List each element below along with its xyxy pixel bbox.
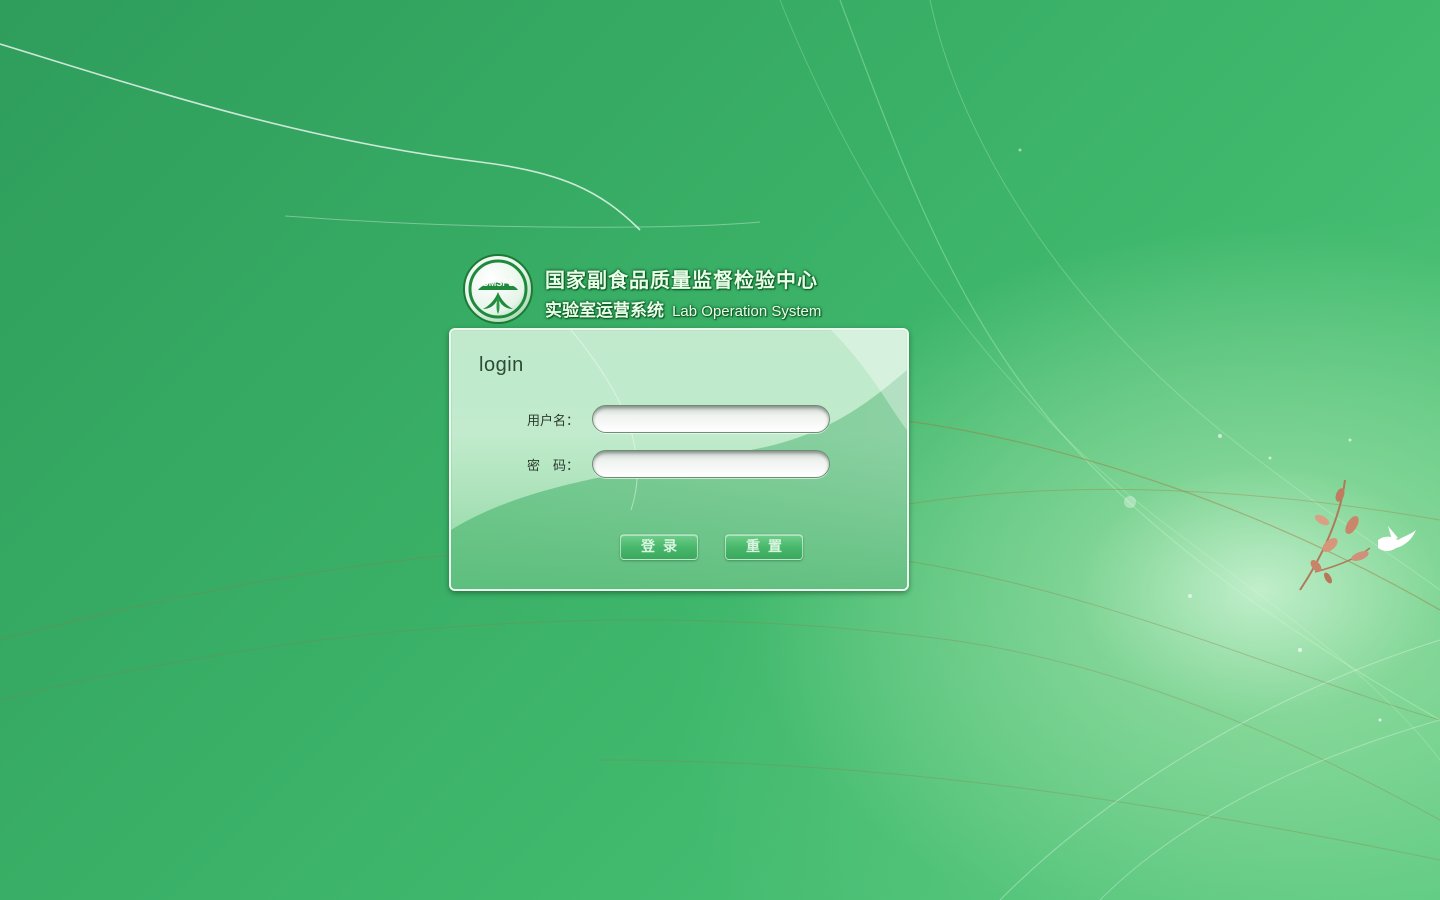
username-input[interactable] <box>592 405 830 433</box>
system-title-en: Lab Operation System <box>672 303 822 320</box>
login-panel: login 用户名： 密 码： 登录 重置 <box>449 328 909 591</box>
system-title: 实验室运营系统 Lab Operation System <box>545 296 821 321</box>
password-input[interactable] <box>592 450 830 478</box>
username-label: 用户名： <box>527 414 580 429</box>
gmsps-logo-icon: GMSPS <box>463 254 533 324</box>
reset-button[interactable]: 重置 <box>725 534 803 560</box>
login-button[interactable]: 登录 <box>620 534 698 560</box>
hummingbird-icon <box>1378 526 1416 551</box>
login-heading: login <box>479 354 524 376</box>
branch-with-leaves-icon <box>1299 479 1371 591</box>
password-label: 密 码： <box>527 459 580 474</box>
logo-text: GMSPS <box>482 278 515 288</box>
system-title-cn: 实验室运营系统 <box>545 301 664 321</box>
organization-title: 国家副食品质量监督检验中心 <box>545 268 818 292</box>
